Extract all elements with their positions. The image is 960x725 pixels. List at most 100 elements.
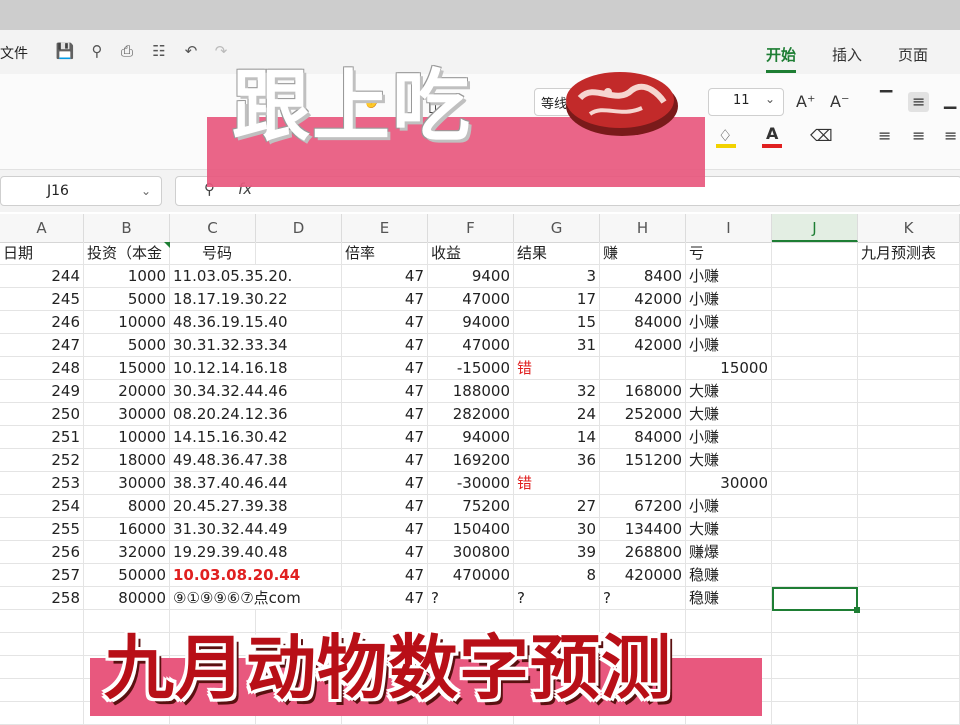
result-cell[interactable]: 24 xyxy=(514,403,600,426)
empty-cell[interactable] xyxy=(772,334,858,357)
result-cell[interactable]: 3 xyxy=(514,265,600,288)
empty-cell[interactable] xyxy=(772,449,858,472)
number-cell[interactable]: 30.31.32.33.34 xyxy=(170,334,342,357)
number-cell[interactable]: 18.17.19.30.22 xyxy=(170,288,342,311)
income-cell[interactable]: 75200 xyxy=(428,495,514,518)
column-header-f[interactable]: F xyxy=(428,214,514,242)
header-cell-k[interactable]: 九月预测表 xyxy=(858,242,960,265)
header-cell-d[interactable] xyxy=(256,242,342,265)
number-cell[interactable]: 38.37.40.46.44 xyxy=(170,472,342,495)
investment-cell[interactable]: 10000 xyxy=(84,311,170,334)
empty-cell[interactable] xyxy=(772,679,858,702)
name-box[interactable]: J16 ⌄ xyxy=(0,176,162,206)
empty-cell[interactable] xyxy=(858,587,960,610)
date-cell[interactable]: 254 xyxy=(0,495,84,518)
column-header-g[interactable]: G xyxy=(514,214,600,242)
header-cell-g[interactable]: 结果 xyxy=(514,242,600,265)
number-cell[interactable]: 10.03.08.20.44 xyxy=(170,564,342,587)
empty-cell[interactable] xyxy=(858,265,960,288)
print-preview-icon[interactable]: ☷ xyxy=(148,40,170,62)
empty-cell[interactable] xyxy=(772,265,858,288)
income-cell[interactable]: 47000 xyxy=(428,334,514,357)
earn-cell[interactable]: 8400 xyxy=(600,265,686,288)
empty-cell[interactable] xyxy=(858,633,960,656)
number-cell[interactable]: 49.48.36.47.38 xyxy=(170,449,342,472)
empty-cell[interactable] xyxy=(858,426,960,449)
empty-cell[interactable] xyxy=(858,380,960,403)
result-cell[interactable]: 31 xyxy=(514,334,600,357)
empty-cell[interactable] xyxy=(858,495,960,518)
number-cell[interactable]: ⑨①⑨⑨⑥⑦点com xyxy=(170,587,342,610)
align-top-icon[interactable]: ▔ xyxy=(880,90,892,110)
redo-icon[interactable]: ↷ xyxy=(210,40,232,62)
date-cell[interactable]: 246 xyxy=(0,311,84,334)
number-cell[interactable]: 11.03.05.35.20. xyxy=(170,265,342,288)
earn-cell[interactable]: 42000 xyxy=(600,288,686,311)
empty-cell[interactable] xyxy=(686,633,772,656)
font-color-icon[interactable]: A xyxy=(766,124,778,144)
investment-cell[interactable]: 20000 xyxy=(84,380,170,403)
earn-cell[interactable]: 151200 xyxy=(600,449,686,472)
empty-cell[interactable] xyxy=(772,518,858,541)
earn-cell[interactable]: 67200 xyxy=(600,495,686,518)
empty-cell[interactable] xyxy=(0,679,84,702)
date-cell[interactable]: 251 xyxy=(0,426,84,449)
increase-font-icon[interactable]: A⁺ xyxy=(796,92,815,112)
loss-cell[interactable]: 小赚 xyxy=(686,288,772,311)
income-cell[interactable]: ? xyxy=(428,587,514,610)
loss-cell[interactable]: 小赚 xyxy=(686,426,772,449)
decrease-font-icon[interactable]: A⁻ xyxy=(830,92,849,112)
loss-cell[interactable]: 稳赚 xyxy=(686,587,772,610)
investment-cell[interactable]: 50000 xyxy=(84,564,170,587)
empty-cell[interactable] xyxy=(772,564,858,587)
earn-cell[interactable]: 42000 xyxy=(600,334,686,357)
empty-cell[interactable] xyxy=(858,288,960,311)
income-cell[interactable]: 150400 xyxy=(428,518,514,541)
empty-cell[interactable] xyxy=(858,334,960,357)
rate-cell[interactable]: 47 xyxy=(342,587,428,610)
investment-cell[interactable]: 8000 xyxy=(84,495,170,518)
result-cell[interactable]: 14 xyxy=(514,426,600,449)
column-header-a[interactable]: A xyxy=(0,214,84,242)
column-header-c[interactable]: C xyxy=(170,214,256,242)
earn-cell[interactable] xyxy=(600,472,686,495)
clear-format-icon[interactable]: ⌫ xyxy=(810,126,833,146)
font-size-select[interactable]: 11 ⌄ xyxy=(708,88,784,116)
earn-cell[interactable]: 252000 xyxy=(600,403,686,426)
earn-cell[interactable]: ? xyxy=(600,587,686,610)
empty-cell[interactable] xyxy=(772,495,858,518)
empty-cell[interactable] xyxy=(858,449,960,472)
earn-cell[interactable]: 420000 xyxy=(600,564,686,587)
empty-cell[interactable] xyxy=(772,702,858,725)
result-cell[interactable]: 错 xyxy=(514,357,600,380)
loss-cell[interactable]: 小赚 xyxy=(686,495,772,518)
earn-cell[interactable]: 84000 xyxy=(600,426,686,449)
tab-page[interactable]: 页面 xyxy=(898,44,928,65)
date-cell[interactable]: 245 xyxy=(0,288,84,311)
empty-cell[interactable] xyxy=(772,472,858,495)
number-cell[interactable]: 30.34.32.44.46 xyxy=(170,380,342,403)
earn-cell[interactable]: 84000 xyxy=(600,311,686,334)
empty-cell[interactable] xyxy=(858,679,960,702)
column-header-b[interactable]: B xyxy=(84,214,170,242)
rate-cell[interactable]: 47 xyxy=(342,334,428,357)
rate-cell[interactable]: 47 xyxy=(342,403,428,426)
investment-cell[interactable]: 1000 xyxy=(84,265,170,288)
file-menu[interactable]: 文件 xyxy=(0,43,28,63)
tab-insert[interactable]: 插入 xyxy=(832,44,862,65)
header-cell-f[interactable]: 收益 xyxy=(428,242,514,265)
rate-cell[interactable]: 47 xyxy=(342,265,428,288)
investment-cell[interactable]: 30000 xyxy=(84,472,170,495)
empty-cell[interactable] xyxy=(772,380,858,403)
income-cell[interactable]: 282000 xyxy=(428,403,514,426)
earn-cell[interactable]: 268800 xyxy=(600,541,686,564)
result-cell[interactable]: 15 xyxy=(514,311,600,334)
empty-cell[interactable] xyxy=(772,311,858,334)
empty-cell[interactable] xyxy=(858,702,960,725)
empty-cell[interactable] xyxy=(858,472,960,495)
save-icon[interactable]: 💾 xyxy=(54,40,76,62)
income-cell[interactable]: 94000 xyxy=(428,311,514,334)
rate-cell[interactable]: 47 xyxy=(342,311,428,334)
rate-cell[interactable]: 47 xyxy=(342,541,428,564)
earn-cell[interactable]: 134400 xyxy=(600,518,686,541)
